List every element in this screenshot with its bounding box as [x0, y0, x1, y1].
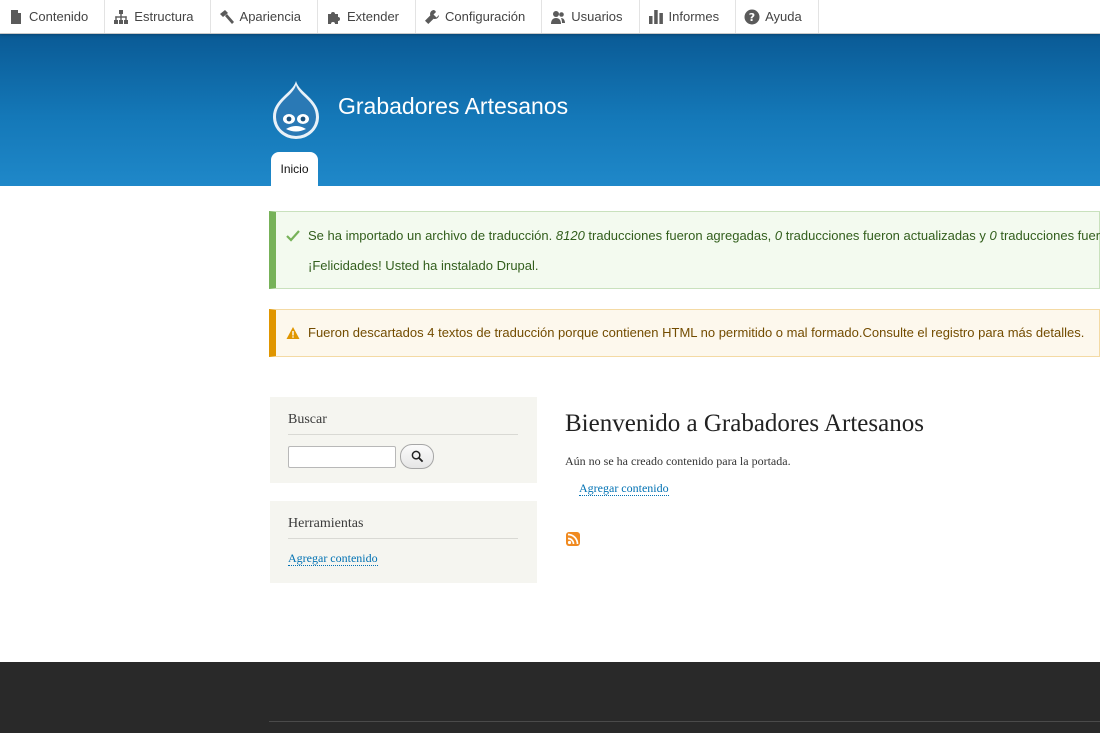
tools-block: Herramientas Agregar contenido	[270, 501, 537, 583]
site-header: Grabadores Artesanos Inicio	[0, 33, 1100, 186]
toolbar-item-label: Apariencia	[239, 9, 301, 24]
tab-home[interactable]: Inicio	[271, 152, 318, 186]
toolbar-item-label: Informes	[668, 9, 720, 24]
search-form	[288, 444, 519, 469]
no-content-text: Aún no se ha creado contenido para la po…	[565, 454, 791, 468]
bar-chart-icon	[648, 9, 664, 25]
status-text-4: traducciones fueron	[1000, 228, 1100, 243]
warning-message: Fueron descartados 4 textos de traducció…	[269, 309, 1100, 357]
tools-block-title: Herramientas	[288, 501, 518, 539]
admin-menu: Contenido Estructura Apariencia Extender…	[0, 0, 1100, 33]
toolbar-item-label: Contenido	[29, 9, 89, 24]
page-title: Bienvenido a Grabadores Artesanos	[565, 410, 924, 437]
toolbar-item-label: Configuración	[445, 9, 526, 24]
status-text-1: Se ha importado un archivo de traducción…	[308, 228, 556, 243]
check-icon	[286, 230, 300, 242]
wrench-icon	[424, 9, 440, 25]
toolbar-item-label: Estructura	[134, 9, 194, 24]
toolbar-item-usuarios[interactable]: Usuarios	[542, 0, 640, 33]
site-footer	[0, 662, 1100, 733]
add-content-link[interactable]: Agregar contenido	[579, 482, 669, 496]
toolbar-item-contenido[interactable]: Contenido	[0, 0, 106, 33]
help-icon: ?	[744, 9, 760, 25]
admin-toolbar: Contenido Estructura Apariencia Extender…	[0, 0, 1100, 34]
status-text-3: traducciones fueron actualizadas y	[782, 228, 990, 243]
status-message-line1: Se ha importado un archivo de traducción…	[308, 228, 1100, 243]
footer-divider	[269, 721, 1100, 722]
toolbar-item-label: Usuarios	[571, 9, 623, 24]
puzzle-icon	[326, 9, 342, 25]
status-message-line2: ¡Felicidades! Usted ha instalado Drupal.	[308, 258, 539, 273]
site-name[interactable]: Grabadores Artesanos	[338, 93, 568, 120]
search-input[interactable]	[288, 445, 396, 468]
search-block-title: Buscar	[288, 397, 518, 435]
document-icon	[8, 9, 24, 25]
drupal-drop-icon[interactable]	[269, 79, 323, 139]
search-block: Buscar	[270, 397, 537, 483]
toolbar-item-configuracion[interactable]: Configuración	[416, 0, 543, 33]
toolbar-item-estructura[interactable]: Estructura	[105, 0, 211, 33]
sitemap-icon	[113, 9, 129, 25]
search-button[interactable]	[400, 444, 434, 469]
people-icon	[550, 9, 566, 25]
paintbrush-icon	[219, 9, 235, 25]
add-content-link-sidebar[interactable]: Agregar contenido	[288, 552, 378, 566]
search-icon	[411, 450, 423, 463]
rss-feed-icon[interactable]	[566, 532, 580, 546]
added-count: 8120	[555, 228, 585, 243]
warning-icon	[286, 327, 300, 339]
toolbar-item-label: Ayuda	[765, 9, 802, 24]
status-message: Se ha importado un archivo de traducción…	[269, 211, 1100, 289]
removed-count: 0	[989, 228, 997, 243]
toolbar-item-apariencia[interactable]: Apariencia	[211, 0, 318, 33]
toolbar-item-ayuda[interactable]: ? Ayuda	[736, 0, 819, 33]
warning-message-text: Fueron descartados 4 textos de traducció…	[308, 325, 1085, 340]
toolbar-item-extender[interactable]: Extender	[318, 0, 417, 33]
svg-text:?: ?	[749, 11, 755, 24]
toolbar-item-label: Extender	[346, 9, 400, 24]
status-text-2: traducciones fueron agregadas,	[584, 228, 775, 243]
toolbar-item-informes[interactable]: Informes	[640, 0, 737, 33]
